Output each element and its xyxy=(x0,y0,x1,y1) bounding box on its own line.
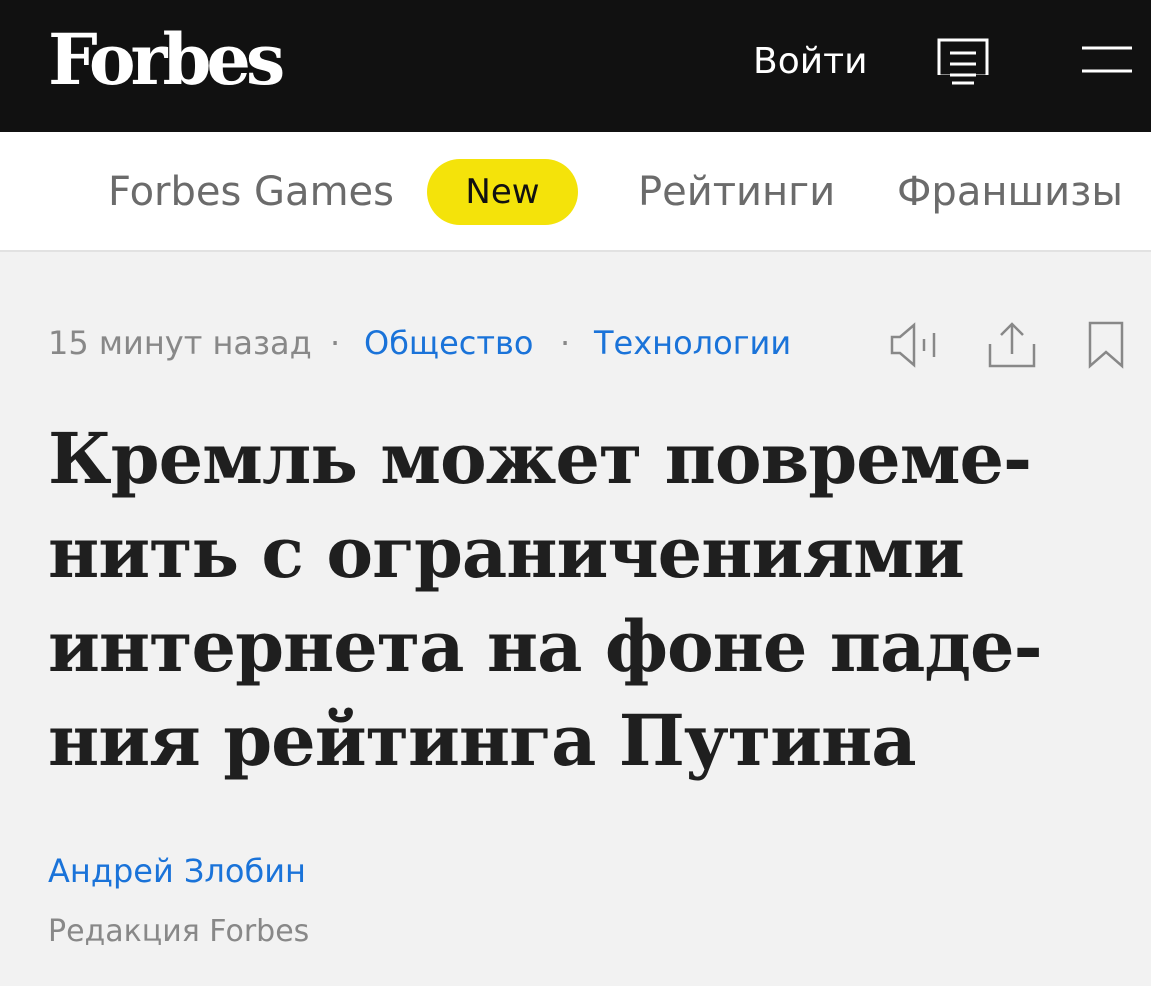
share-icon[interactable] xyxy=(986,320,1038,370)
headline-line: ния рейтинга Путина xyxy=(48,699,917,782)
publish-time: 15 минут назад xyxy=(48,324,312,362)
feed-icon[interactable] xyxy=(936,37,990,87)
login-link[interactable]: Войти xyxy=(753,38,868,86)
site-header: Forbes Войти xyxy=(0,0,1151,132)
section-nav: Forbes Games New Рейтинги Франшизы xyxy=(0,132,1151,252)
menu-icon[interactable] xyxy=(1082,46,1132,74)
forbes-logo[interactable]: Forbes xyxy=(48,16,285,104)
category-link-technology[interactable]: Технологии xyxy=(594,320,791,366)
new-badge[interactable]: New xyxy=(427,159,578,225)
headline-line: интернета на фоне паде- xyxy=(48,605,1043,688)
audio-icon[interactable] xyxy=(888,320,940,370)
author-link[interactable]: Андрей Злобин xyxy=(48,848,306,894)
article-headline: Кремль может повреме- нить с ограничения… xyxy=(48,412,1128,788)
headline-line: Кремль может повреме- xyxy=(48,417,1032,500)
nav-item-franchises[interactable]: Франшизы xyxy=(897,166,1123,218)
nav-item-ratings[interactable]: Рейтинги xyxy=(638,166,835,218)
category-link-society[interactable]: Общество xyxy=(364,320,533,366)
meta-separator: · xyxy=(330,324,341,362)
bookmark-icon[interactable] xyxy=(1084,320,1128,370)
headline-line: нить с ограничениями xyxy=(48,511,965,594)
meta-separator: · xyxy=(560,324,571,362)
nav-item-forbes-games[interactable]: Forbes Games xyxy=(108,166,394,218)
author-role: Редакция Forbes xyxy=(48,914,310,949)
